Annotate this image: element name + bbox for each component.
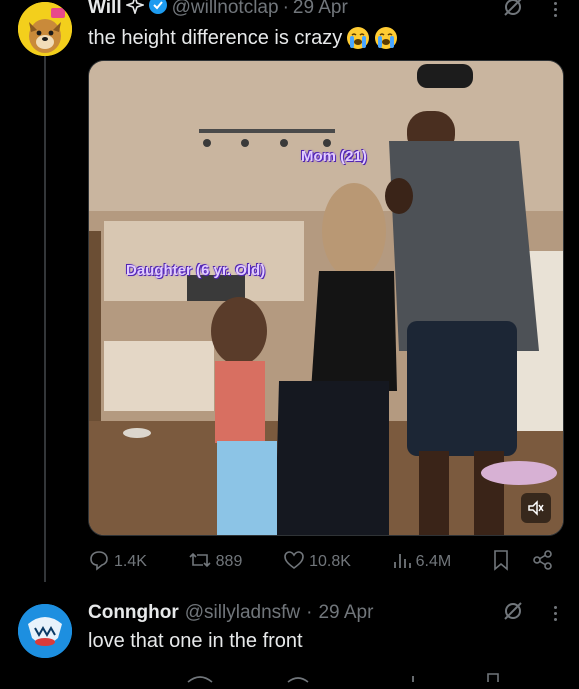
reply-author-name[interactable]: Connghor: [88, 602, 179, 624]
more-icon[interactable]: [554, 606, 557, 621]
like-button[interactable]: 10.8K: [283, 549, 351, 576]
tweet-text-content: the height difference is crazy: [88, 26, 343, 49]
sparkle-icon: [124, 0, 146, 20]
author-handle[interactable]: @willnotclap: [172, 0, 279, 19]
thread-line: [44, 54, 46, 582]
verified-badge-icon: [148, 0, 168, 21]
crying-face-icon: [374, 26, 398, 50]
reply-count: 1.4K: [114, 553, 147, 570]
reply-handle[interactable]: @sillyladnsfw: [185, 602, 300, 624]
tweet-corner-actions: [502, 0, 557, 23]
retweet-icon: [188, 549, 212, 576]
share-icon[interactable]: [532, 549, 554, 576]
grok-icon[interactable]: [502, 600, 524, 627]
tweet-video[interactable]: Mom (21) Daughter (6 yr. Old): [88, 60, 564, 536]
like-icon: [283, 549, 305, 576]
reply-separator-dot: ·: [306, 602, 313, 623]
retweet-count: 889: [215, 553, 243, 570]
views-icon: [392, 550, 412, 575]
view-count: 6.4M: [415, 553, 452, 570]
crying-face-icon: [346, 26, 370, 50]
video-frame: [89, 61, 563, 535]
reply-date[interactable]: 29 Apr: [318, 602, 373, 624]
retweet-button[interactable]: 889: [188, 549, 243, 576]
daughter-label: Daughter (6 yr. Old): [126, 262, 266, 279]
views-button[interactable]: 6.4M: [392, 550, 452, 575]
like-count: 10.8K: [309, 553, 351, 570]
separator-dot: ·: [282, 0, 289, 18]
reply-header: Connghor @sillyladnsfw · 29 Apr: [88, 602, 373, 624]
author-name[interactable]: Will: [88, 0, 122, 19]
reply-text: love that one in the front: [88, 630, 303, 652]
reply-avatar[interactable]: [18, 604, 72, 658]
grok-icon[interactable]: [502, 0, 524, 23]
mute-button[interactable]: [521, 493, 551, 523]
tweet-actions: 1.4K 889 10.8K 6.4M: [88, 548, 554, 576]
author-avatar[interactable]: [18, 2, 72, 56]
reply-button[interactable]: 1.4K: [88, 549, 147, 576]
bookmark-icon[interactable]: [492, 549, 510, 576]
reply-actions-cutoff: [88, 668, 554, 684]
tweet-header: Will @willnotclap · 29 Apr: [88, 0, 348, 20]
more-icon[interactable]: [554, 2, 557, 17]
tweet-text: the height difference is crazy: [88, 26, 398, 50]
tweet-date[interactable]: 29 Apr: [293, 0, 348, 19]
reply-corner-actions: [502, 600, 557, 627]
mom-label: Mom (21): [301, 148, 367, 165]
reply-icon: [88, 549, 110, 576]
mute-icon: [527, 499, 545, 517]
